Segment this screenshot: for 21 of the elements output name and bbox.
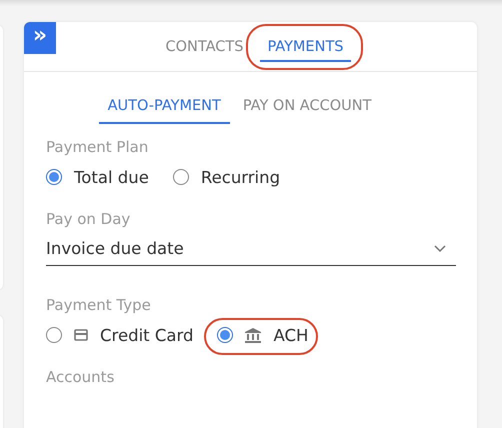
bank-icon <box>245 328 262 342</box>
radio-label: Credit Card <box>100 326 194 344</box>
radio-button[interactable] <box>217 327 234 343</box>
field-label: Payment Plan <box>46 138 150 158</box>
radio-label: ACH <box>273 326 308 344</box>
chevron-down-icon <box>434 244 446 252</box>
sub-tab[interactable]: PAY ON ACCOUNT <box>234 98 380 124</box>
radio-button[interactable] <box>172 169 189 185</box>
radio-button[interactable] <box>46 169 62 185</box>
field-label: Pay on Day <box>46 210 132 230</box>
radio-button[interactable] <box>46 327 62 343</box>
radio-label: Total due <box>74 168 149 186</box>
field-label: Payment Type <box>46 296 152 316</box>
radio-label: Recurring <box>200 168 280 186</box>
tab[interactable]: CONTACTS <box>158 22 250 62</box>
field-label: Accounts <box>46 368 116 388</box>
tab[interactable]: PAYMENTS <box>260 22 351 62</box>
expand-button[interactable]: » <box>24 22 56 54</box>
day-select[interactable]: Invoice due date <box>46 232 456 266</box>
sub-tab[interactable]: AUTO-PAYMENT <box>98 98 230 124</box>
credit-card-icon <box>74 329 88 341</box>
